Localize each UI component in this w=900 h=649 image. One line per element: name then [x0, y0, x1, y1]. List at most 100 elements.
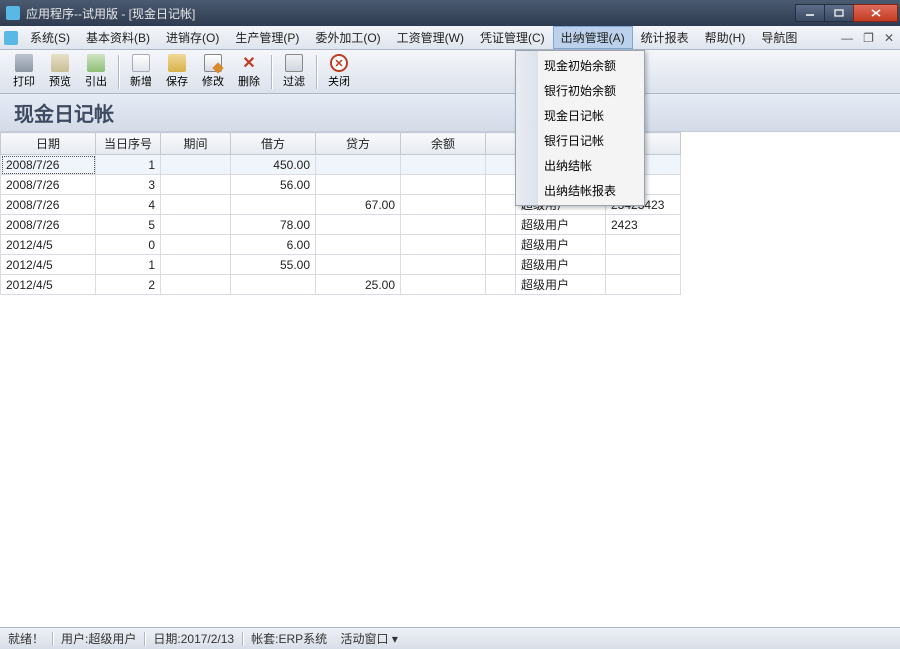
table-row[interactable]: 2012/4/52 25.00 超级用户 [1, 275, 681, 295]
cell[interactable]: 超级用户 [516, 235, 606, 255]
mdi-close-icon[interactable]: ✕ [884, 31, 894, 45]
column-header[interactable]: 贷方 [316, 133, 401, 155]
cell[interactable]: 2423 [606, 215, 681, 235]
edit-button[interactable]: 修改 [195, 51, 231, 92]
cell[interactable] [606, 255, 681, 275]
cell[interactable]: 超级用户 [516, 255, 606, 275]
menu-item[interactable]: 委外加工(O) [307, 26, 388, 49]
table-row[interactable]: 2012/4/506.00超级用户 [1, 235, 681, 255]
dropdown-item[interactable]: 现金日记帐 [518, 103, 642, 128]
cell[interactable]: 0 [96, 235, 161, 255]
menu-item[interactable]: 导航图 [753, 26, 805, 49]
filter-button[interactable]: 过滤 [276, 51, 312, 92]
minimize-button[interactable] [795, 4, 825, 22]
cell[interactable] [316, 175, 401, 195]
menu-item[interactable]: 统计报表 [633, 26, 697, 49]
cell[interactable] [606, 235, 681, 255]
menu-item[interactable]: 进销存(O) [158, 26, 227, 49]
column-header[interactable]: 当日序号 [96, 133, 161, 155]
cell[interactable] [231, 275, 316, 295]
export-button[interactable]: 引出 [78, 51, 114, 92]
cell[interactable] [316, 155, 401, 175]
menu-item[interactable]: 帮助(H) [697, 26, 754, 49]
cell[interactable]: 超级用户 [516, 215, 606, 235]
column-header[interactable]: 期间 [161, 133, 231, 155]
cell[interactable] [161, 195, 231, 215]
cell[interactable]: 1 [96, 155, 161, 175]
cell[interactable]: 67.00 [316, 195, 401, 215]
menu-item[interactable]: 生产管理(P) [227, 26, 307, 49]
cell[interactable]: 2012/4/5 [1, 255, 96, 275]
maximize-button[interactable] [824, 4, 854, 22]
cell[interactable] [161, 235, 231, 255]
cell[interactable] [401, 175, 486, 195]
cell[interactable]: 超级用户 [516, 275, 606, 295]
column-header[interactable]: 余额 [401, 133, 486, 155]
cell[interactable]: 2008/7/26 [1, 215, 96, 235]
cell[interactable] [486, 235, 516, 255]
cell[interactable] [316, 215, 401, 235]
cell[interactable] [486, 275, 516, 295]
cell[interactable]: 55.00 [231, 255, 316, 275]
menu-item[interactable]: 基本资料(B) [78, 26, 158, 49]
cell[interactable] [316, 235, 401, 255]
dropdown-item[interactable]: 出纳结帐 [518, 153, 642, 178]
cell[interactable] [161, 215, 231, 235]
cell[interactable]: 3 [96, 175, 161, 195]
mdi-restore-icon[interactable]: ❐ [863, 31, 874, 45]
cell[interactable] [486, 155, 516, 175]
close-button[interactable] [853, 4, 898, 22]
cell[interactable]: 2012/4/5 [1, 275, 96, 295]
cell[interactable]: 25.00 [316, 275, 401, 295]
cell[interactable]: 2008/7/26 [1, 175, 96, 195]
menu-item[interactable]: 工资管理(W) [389, 26, 472, 49]
menu-item[interactable]: 凭证管理(C) [472, 26, 553, 49]
status-active-window[interactable]: 活动窗口 ▾ [337, 630, 398, 647]
cell[interactable]: 1 [96, 255, 161, 275]
cell[interactable] [161, 175, 231, 195]
cell[interactable]: 56.00 [231, 175, 316, 195]
cell[interactable]: 5 [96, 215, 161, 235]
cell[interactable] [401, 255, 486, 275]
menu-item[interactable]: 出纳管理(A) [553, 26, 633, 49]
cell[interactable] [161, 275, 231, 295]
cell[interactable]: 6.00 [231, 235, 316, 255]
cell[interactable] [486, 195, 516, 215]
dropdown-item[interactable]: 现金初始余额 [518, 53, 642, 78]
cell[interactable]: 78.00 [231, 215, 316, 235]
column-header[interactable] [486, 133, 516, 155]
mdi-minimize-icon[interactable]: — [841, 31, 853, 45]
save-button[interactable]: 保存 [159, 51, 195, 92]
cell[interactable] [401, 235, 486, 255]
cell[interactable] [401, 275, 486, 295]
table-row[interactable]: 2012/4/51 55.00 超级用户 [1, 255, 681, 275]
cell[interactable] [316, 255, 401, 275]
cell[interactable]: 450.00 [231, 155, 316, 175]
menu-item[interactable]: 系统(S) [22, 26, 78, 49]
cell[interactable] [401, 195, 486, 215]
dropdown-item[interactable]: 银行初始余额 [518, 78, 642, 103]
dropdown-item[interactable]: 银行日记帐 [518, 128, 642, 153]
column-header[interactable]: 日期 [1, 133, 96, 155]
cell[interactable] [401, 215, 486, 235]
cell[interactable] [606, 275, 681, 295]
cell[interactable] [486, 215, 516, 235]
dropdown-item[interactable]: 出纳结帐报表 [518, 178, 642, 203]
cell[interactable]: 2008/7/26 [1, 195, 96, 215]
cell[interactable]: 2 [96, 275, 161, 295]
cell[interactable] [401, 155, 486, 175]
new-button[interactable]: 新增 [123, 51, 159, 92]
cell[interactable] [486, 175, 516, 195]
table-row[interactable]: 2008/7/265 78.00 超级用户2423 [1, 215, 681, 235]
cell[interactable] [161, 255, 231, 275]
cell[interactable]: 4 [96, 195, 161, 215]
preview-button[interactable]: 预览 [42, 51, 78, 92]
delete-button[interactable]: ✕删除 [231, 51, 267, 92]
close-tab-button[interactable]: ✕关闭 [321, 51, 357, 92]
cell[interactable]: 2008/7/26 [1, 155, 96, 175]
cell[interactable] [486, 255, 516, 275]
cell[interactable] [161, 155, 231, 175]
print-button[interactable]: 打印 [6, 51, 42, 92]
cell[interactable] [231, 195, 316, 215]
column-header[interactable]: 借方 [231, 133, 316, 155]
